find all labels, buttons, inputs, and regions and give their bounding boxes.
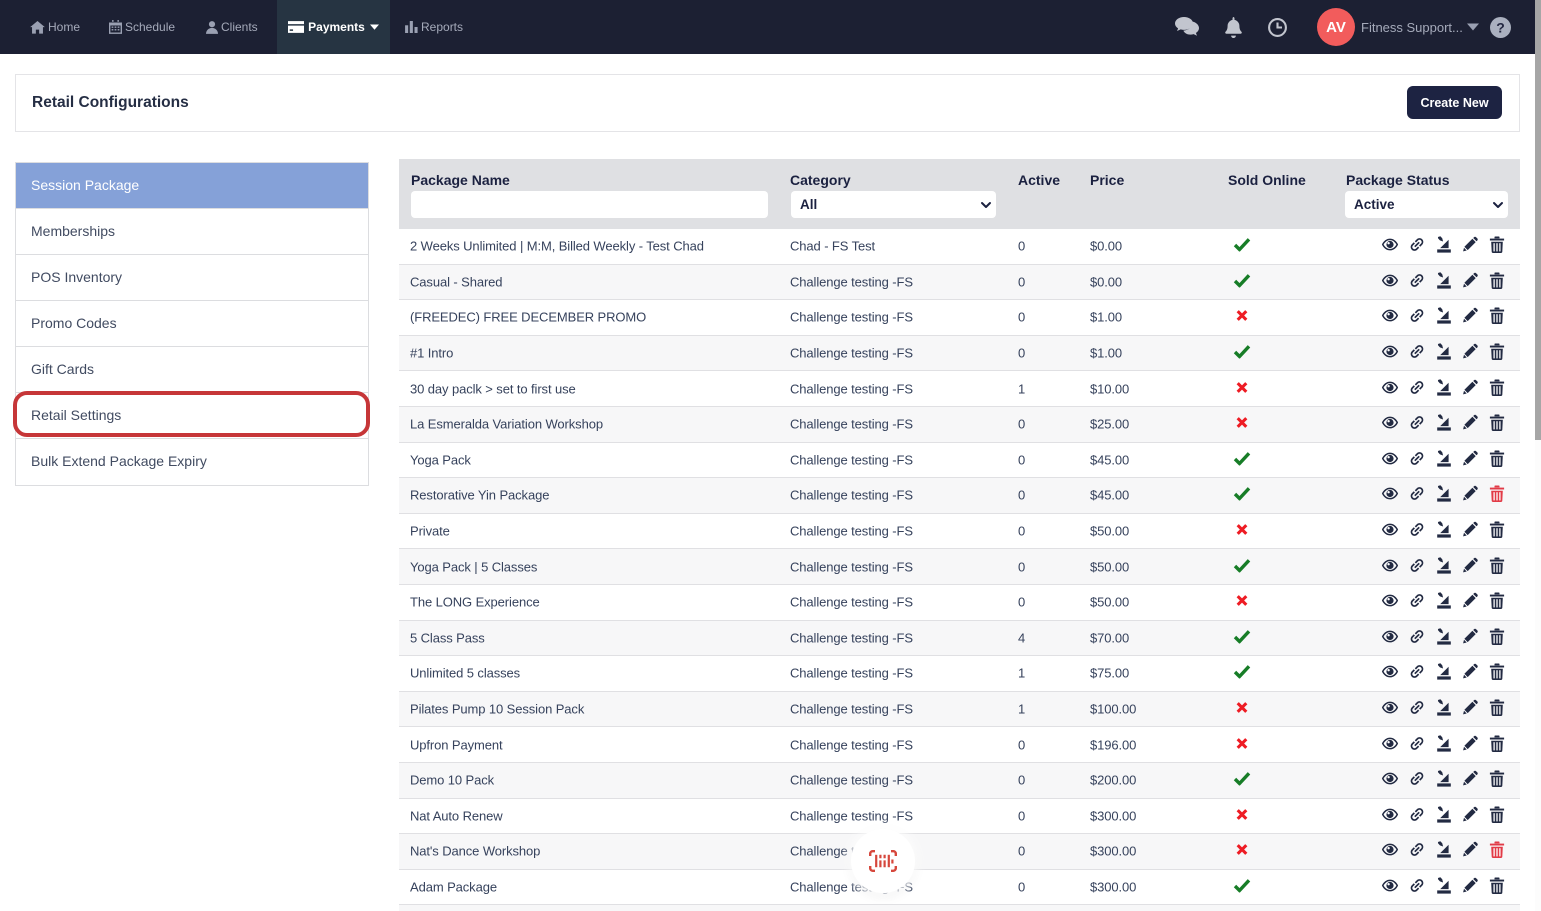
svg-text:?: ? (1496, 19, 1505, 35)
